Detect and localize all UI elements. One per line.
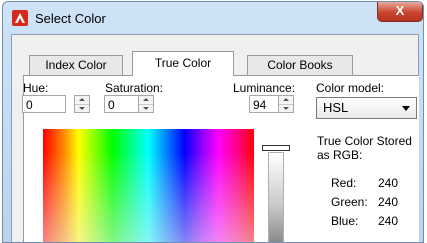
red-value: 240: [378, 176, 399, 190]
red-label: Red:: [331, 176, 357, 190]
spin-up-icon[interactable]: [279, 96, 293, 104]
window-title: Select Color: [35, 11, 106, 26]
luminance-slider[interactable]: [268, 152, 284, 242]
spin-down-icon[interactable]: [139, 105, 153, 113]
tab-index-color[interactable]: Index Color: [29, 55, 123, 75]
color-model-select[interactable]: HSL: [316, 97, 417, 119]
close-button[interactable]: X: [377, 2, 423, 22]
rgb-heading-line1: True Color Stored: [317, 134, 412, 148]
luminance-label: Luminance:: [233, 81, 296, 95]
color-model-value: HSL: [323, 100, 349, 115]
green-value: 240: [378, 195, 399, 209]
color-model-label: Color model:: [316, 81, 385, 95]
saturation-spinner[interactable]: [138, 95, 154, 113]
blue-value: 240: [378, 214, 399, 228]
luminance-spinner[interactable]: [278, 95, 294, 113]
color-spectrum-picker[interactable]: [43, 129, 254, 242]
rgb-heading-line2: as RGB:: [317, 148, 363, 162]
hue-label: Hue:: [23, 81, 49, 95]
spin-down-icon[interactable]: [279, 105, 293, 113]
title-bar[interactable]: Select Color X: [3, 2, 423, 34]
select-color-dialog: Select Color X Index Color True Color Co…: [2, 1, 424, 243]
chevron-down-icon: [402, 106, 410, 111]
tab-color-books[interactable]: Color Books: [247, 55, 353, 75]
spin-up-icon[interactable]: [139, 96, 153, 104]
tab-true-color[interactable]: True Color: [132, 51, 234, 76]
autocad-a-icon: [12, 10, 28, 26]
hue-input[interactable]: 0: [22, 95, 66, 113]
blue-label: Blue:: [331, 214, 359, 228]
luminance-input[interactable]: 94: [249, 95, 279, 113]
spin-down-icon[interactable]: [75, 105, 89, 113]
luminance-slider-handle[interactable]: [262, 145, 290, 151]
green-label: Green:: [331, 195, 368, 209]
saturation-label: Saturation:: [105, 81, 164, 95]
spin-up-icon[interactable]: [75, 96, 89, 104]
hue-spinner[interactable]: [74, 95, 90, 113]
